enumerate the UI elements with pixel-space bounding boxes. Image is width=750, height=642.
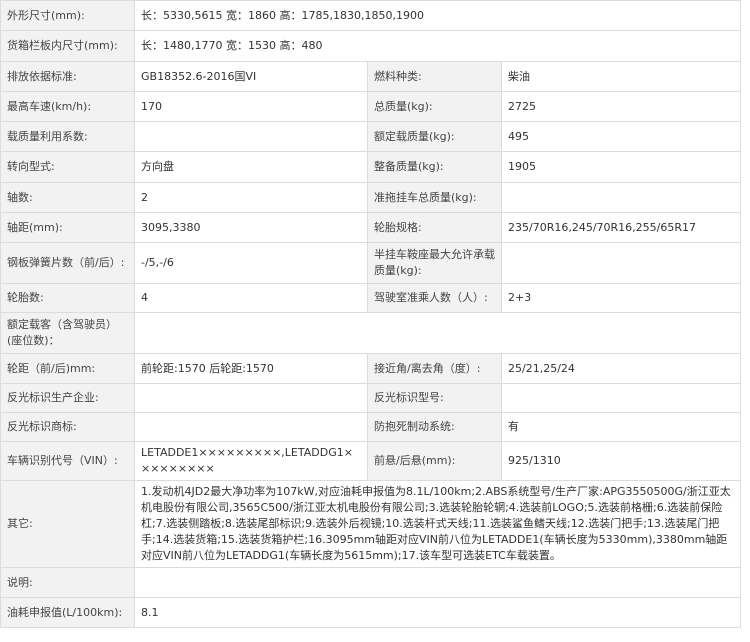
spec-label-reflector-maker: 反光标识生产企业:: [0, 383, 135, 413]
spec-label-tire-count: 轮胎数:: [0, 283, 135, 313]
spec-label-exterior-size: 外形尺寸(mm):: [0, 0, 135, 31]
table-row: 车辆识别代号（VIN）: LETADDE1×××××××××,LETADDG1×…: [0, 441, 742, 481]
table-row: 转向型式: 方向盘 整备质量(kg): 1905: [0, 151, 742, 183]
table-row: 钢板弹簧片数（前/后）: -/5,-/6 半挂车鞍座最大允许承载质量(kg):: [0, 242, 742, 284]
table-row: 货箱栏板内尺寸(mm): 长：1480,1770 宽：1530 高：480: [0, 30, 742, 62]
spec-value-trailer-mass: [500, 182, 742, 213]
spec-label-abs: 防抱死制动系统:: [367, 412, 502, 442]
table-row: 轴距(mm): 3095,3380 轮胎规格: 235/70R16,245/70…: [0, 212, 742, 243]
spec-value-steering: 方向盘: [134, 151, 368, 183]
spec-value-track-width: 前轮距:1570 后轮距:1570: [134, 353, 368, 384]
spec-label-rated-passengers: 额定载客（含驾驶员）(座位数)：: [0, 312, 135, 354]
table-row: 轴数: 2 准拖挂车总质量(kg):: [0, 182, 742, 213]
table-row: 油耗申报值(L/100km): 8.1: [0, 597, 742, 628]
spec-label-other: 其它:: [0, 480, 135, 568]
spec-value-cab-seating: 2+3: [500, 283, 742, 313]
spec-label-axles: 轴数:: [0, 182, 135, 213]
spec-value-overhang: 925/1310: [500, 441, 742, 481]
spec-label-track-width: 轮距（前/后)mm:: [0, 353, 135, 384]
spec-value-reflector-model: [500, 383, 742, 413]
spec-label-wheelbase: 轴距(mm):: [0, 212, 135, 243]
spec-value-abs: 有: [500, 412, 742, 442]
spec-value-rated-passengers: [133, 312, 742, 354]
spec-label-fuel-type: 燃料种类:: [367, 61, 502, 92]
spec-label-max-speed: 最高车速(km/h):: [0, 91, 135, 122]
spec-value-exterior-size: 长：5330,5615 宽：1860 高：1785,1830,1850,1900: [133, 0, 742, 31]
spec-value-fifth-wheel-load: [500, 242, 742, 284]
spec-label-curb-mass: 整备质量(kg):: [367, 151, 502, 183]
spec-value-fuel-consumption: 8.1: [133, 597, 742, 628]
vehicle-spec-table: 外形尺寸(mm): 长：5330,5615 宽：1860 高：1785,1830…: [0, 0, 742, 628]
spec-label-leaf-springs: 钢板弹簧片数（前/后）:: [0, 242, 135, 284]
spec-value-axles: 2: [134, 182, 368, 213]
table-row: 反光标识商标: 防抱死制动系统: 有: [0, 412, 742, 442]
spec-value-max-speed: 170: [134, 91, 368, 122]
spec-value-reflector-maker: [134, 383, 368, 413]
table-row: 反光标识生产企业: 反光标识型号:: [0, 383, 742, 413]
table-row: 轮距（前/后)mm: 前轮距:1570 后轮距:1570 接近角/离去角（度）:…: [0, 353, 742, 384]
spec-label-load-utilization: 载质量利用系数:: [0, 121, 135, 152]
table-row: 其它: 1.发动机4JD2最大净功率为107kW,对应油耗申报值为8.1L/10…: [0, 480, 742, 568]
table-row: 额定载客（含驾驶员）(座位数)：: [0, 312, 742, 354]
spec-label-vin: 车辆识别代号（VIN）:: [0, 441, 135, 481]
spec-value-wheelbase: 3095,3380: [134, 212, 368, 243]
spec-value-other: 1.发动机4JD2最大净功率为107kW,对应油耗申报值为8.1L/100km;…: [133, 480, 742, 568]
spec-value-notes: [133, 567, 742, 598]
spec-label-cab-seating: 驾驶室准乘人数（人）:: [367, 283, 502, 313]
spec-value-curb-mass: 1905: [500, 151, 742, 183]
spec-label-emission-standard: 排放依据标准:: [0, 61, 135, 92]
table-row: 最高车速(km/h): 170 总质量(kg): 2725: [0, 91, 742, 122]
spec-value-tire-spec: 235/70R16,245/70R16,255/65R17: [500, 212, 742, 243]
table-row: 轮胎数: 4 驾驶室准乘人数（人）: 2+3: [0, 283, 742, 313]
table-row: 说明:: [0, 567, 742, 598]
spec-label-gross-mass: 总质量(kg):: [367, 91, 502, 122]
spec-label-reflector-model: 反光标识型号:: [367, 383, 502, 413]
spec-label-tire-spec: 轮胎规格:: [367, 212, 502, 243]
table-row: 排放依据标准: GB18352.6-2016国VI 燃料种类: 柴油: [0, 61, 742, 92]
table-row: 外形尺寸(mm): 长：5330,5615 宽：1860 高：1785,1830…: [0, 0, 742, 31]
spec-value-gross-mass: 2725: [500, 91, 742, 122]
spec-label-approach-departure: 接近角/离去角（度）:: [367, 353, 502, 384]
spec-label-notes: 说明:: [0, 567, 135, 598]
spec-value-fuel-type: 柴油: [500, 61, 742, 92]
table-row: 载质量利用系数: 额定载质量(kg): 495: [0, 121, 742, 152]
spec-label-fifth-wheel-load: 半挂车鞍座最大允许承载质量(kg):: [367, 242, 502, 284]
spec-value-rated-load: 495: [500, 121, 742, 152]
spec-value-load-utilization: [134, 121, 368, 152]
spec-label-reflector-brand: 反光标识商标:: [0, 412, 135, 442]
spec-label-steering: 转向型式:: [0, 151, 135, 183]
spec-label-overhang: 前悬/后悬(mm):: [367, 441, 502, 481]
spec-value-cargo-box-size: 长：1480,1770 宽：1530 高：480: [133, 30, 742, 62]
spec-value-emission-standard: GB18352.6-2016国VI: [134, 61, 368, 92]
spec-value-reflector-brand: [134, 412, 368, 442]
spec-value-tire-count: 4: [134, 283, 368, 313]
spec-value-leaf-springs: -/5,-/6: [134, 242, 368, 284]
spec-label-trailer-mass: 准拖挂车总质量(kg):: [367, 182, 502, 213]
spec-value-approach-departure: 25/21,25/24: [500, 353, 742, 384]
spec-label-cargo-box-size: 货箱栏板内尺寸(mm):: [0, 30, 135, 62]
spec-label-rated-load: 额定载质量(kg):: [367, 121, 502, 152]
spec-label-fuel-consumption: 油耗申报值(L/100km):: [0, 597, 135, 628]
spec-value-vin: LETADDE1×××××××××,LETADDG1×××××××××: [134, 441, 368, 481]
